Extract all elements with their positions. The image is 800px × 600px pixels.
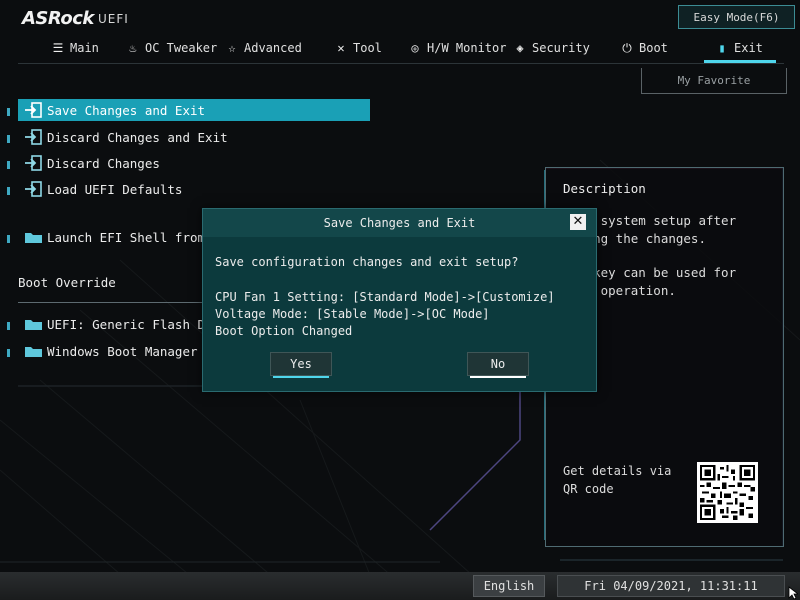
menu-item-discard-changes[interactable]: Discard Changes	[7, 152, 370, 174]
brand-logo: ASRock	[22, 8, 94, 29]
tab-label: OC Tweaker	[145, 41, 218, 55]
menu-item-label: Load UEFI Defaults	[47, 181, 183, 197]
description-title: Description	[563, 181, 646, 196]
menu-item-discard-changes-and-exit[interactable]: Discard Changes and Exit	[7, 126, 370, 148]
tab-security[interactable]: ◈ Security	[513, 36, 590, 60]
dialog-change-line: Boot Option Changed	[215, 324, 353, 338]
item-marker	[7, 108, 10, 116]
menu-item-save-changes-and-exit[interactable]: Save Changes and Exit	[7, 99, 370, 121]
mouse-cursor-icon	[788, 586, 800, 600]
folder-icon	[24, 316, 44, 332]
button-underline	[273, 376, 329, 378]
qr-label: Get details via QR code	[563, 464, 672, 496]
tab-label: Boot	[639, 41, 668, 55]
yes-button-label: Yes	[290, 357, 312, 371]
exit-icon	[24, 129, 44, 145]
star-icon: ☆	[228, 41, 236, 55]
menu-item-load-uefi-defaults[interactable]: Load UEFI Defaults	[7, 178, 370, 200]
tab-label: Security	[532, 41, 590, 55]
tab-boot[interactable]: ⏻ Boot	[620, 36, 668, 60]
item-marker	[7, 349, 10, 357]
main-tabs: ☰ Main ♨ OC Tweaker ☆ Advanced ✕ Tool ◎ H/W M…	[0, 36, 800, 60]
exit-icon	[24, 155, 44, 171]
tab-exit[interactable]: ▮ Exit	[715, 36, 763, 60]
yes-button[interactable]: Yes	[270, 352, 332, 378]
tab-advanced[interactable]: ☆ Advanced	[225, 36, 302, 60]
tab-label: Exit	[734, 41, 763, 55]
qr-code	[697, 462, 758, 523]
close-icon[interactable]: ✕	[570, 214, 586, 230]
no-button-label: No	[490, 357, 506, 371]
my-favorite-button[interactable]: My Favorite	[641, 68, 787, 94]
folder-icon	[24, 229, 44, 245]
tab-label: Tool	[353, 41, 382, 55]
tab-label: H/W Monitor	[427, 41, 507, 55]
power-icon: ⏻	[622, 40, 632, 55]
menu-item-label: Save Changes and Exit	[47, 102, 206, 118]
datetime-display: Fri 04/09/2021, 11:31:11	[557, 575, 785, 597]
no-button[interactable]: No	[467, 352, 529, 378]
rocket-icon: ♨	[129, 41, 137, 55]
menu-item-label: Discard Changes	[47, 155, 160, 171]
item-marker	[7, 187, 10, 195]
shield-icon: ◈	[516, 41, 524, 55]
tab-oc-tweaker[interactable]: ♨ OC Tweaker	[126, 36, 217, 60]
easy-mode-button[interactable]: Easy Mode(F6)	[678, 5, 795, 29]
globe-icon: ◎	[411, 41, 419, 55]
tab-main[interactable]: ☰ Main	[51, 36, 99, 60]
dialog-change-line: CPU Fan 1 Setting: [Standard Mode]->[Cus…	[215, 290, 555, 304]
dialog-change-line: Voltage Mode: [Stable Mode]->[OC Mode]	[215, 307, 490, 321]
button-underline	[470, 376, 526, 378]
folder-icon	[24, 343, 44, 359]
tools-icon: ✕	[337, 41, 345, 55]
language-button[interactable]: English	[473, 575, 545, 597]
tab-label: Advanced	[244, 41, 302, 55]
save-exit-dialog: Save Changes and Exit ✕ Save configurati…	[202, 208, 597, 392]
tab-label: Main	[70, 41, 99, 55]
item-marker	[7, 235, 10, 243]
item-marker	[7, 161, 10, 169]
dialog-message: Save configuration changes and exit setu…	[215, 255, 519, 269]
exit-icon: ▮	[718, 41, 726, 55]
exit-icon	[24, 102, 44, 118]
tab-tool[interactable]: ✕ Tool	[334, 36, 382, 60]
dialog-title: Save Changes and Exit	[203, 209, 596, 237]
item-marker	[7, 135, 10, 143]
tab-divider	[18, 63, 784, 64]
item-marker	[7, 322, 10, 330]
boot-override-divider	[18, 302, 218, 303]
menu-item-label: Discard Changes and Exit	[47, 129, 228, 145]
tab-hw-monitor[interactable]: ◎ H/W Monitor	[408, 36, 506, 60]
list-icon: ☰	[52, 41, 64, 55]
exit-icon	[24, 181, 44, 197]
boot-override-heading: Boot Override	[18, 275, 116, 290]
brand-sub: UEFI	[98, 12, 129, 26]
